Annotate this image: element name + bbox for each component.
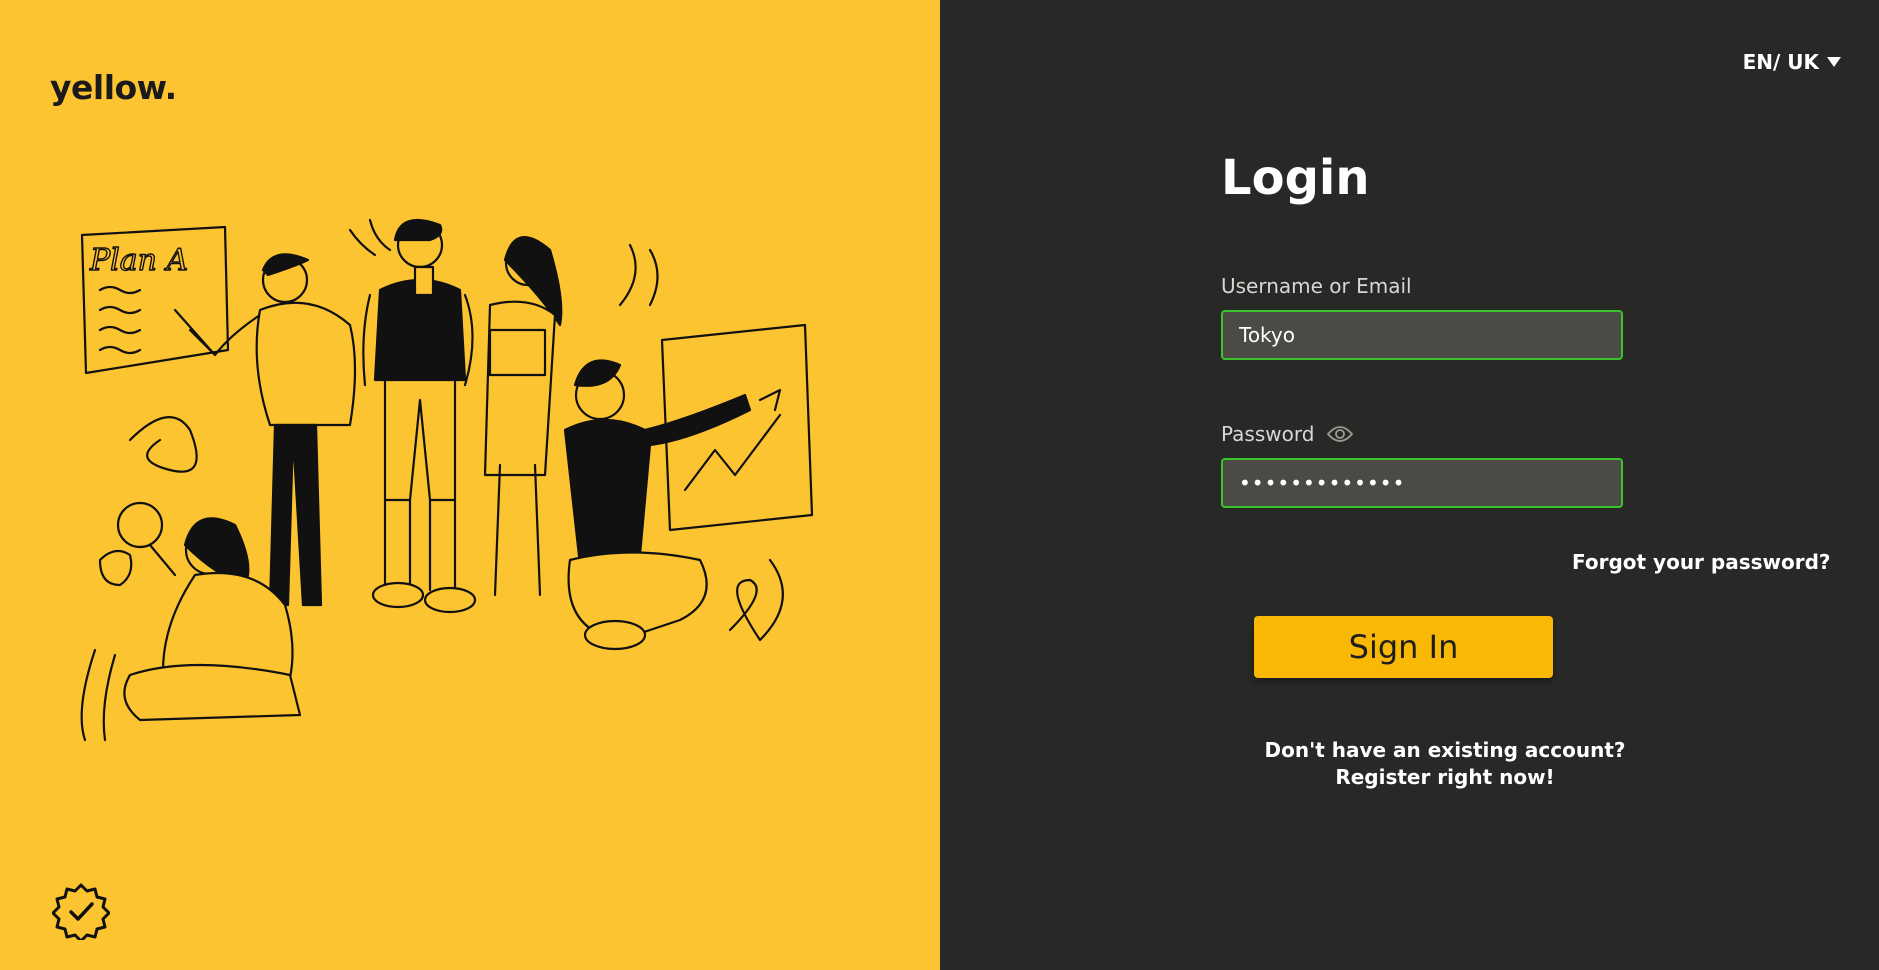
brand-logo: yellow. [50, 68, 177, 107]
sign-in-button[interactable]: Sign In [1254, 616, 1553, 678]
team-illustration: Plan A [80, 218, 814, 742]
username-field[interactable] [1221, 310, 1623, 360]
no-account-text: Don't have an existing account? [1264, 738, 1626, 762]
page-title: Login [1221, 150, 1370, 206]
password-label: Password [1221, 422, 1315, 446]
language-selector[interactable]: EN/ UK [1743, 50, 1841, 74]
illustration-panel: yellow. Plan A [0, 0, 940, 970]
language-label: EN/ UK [1742, 50, 1819, 74]
eye-icon[interactable] [1326, 424, 1354, 444]
username-label: Username or Email [1221, 274, 1412, 298]
register-link[interactable]: Register right now! [1210, 765, 1680, 789]
verified-badge-icon [52, 883, 110, 940]
forgot-password-link[interactable]: Forgot your password? [1572, 550, 1831, 574]
password-field[interactable] [1221, 458, 1623, 508]
caret-down-icon [1827, 57, 1841, 67]
whiteboard-text: Plan A [89, 243, 188, 278]
login-panel: EN/ UK Login Username or Email Password … [940, 0, 1879, 970]
password-label-row: Password [1221, 422, 1354, 446]
